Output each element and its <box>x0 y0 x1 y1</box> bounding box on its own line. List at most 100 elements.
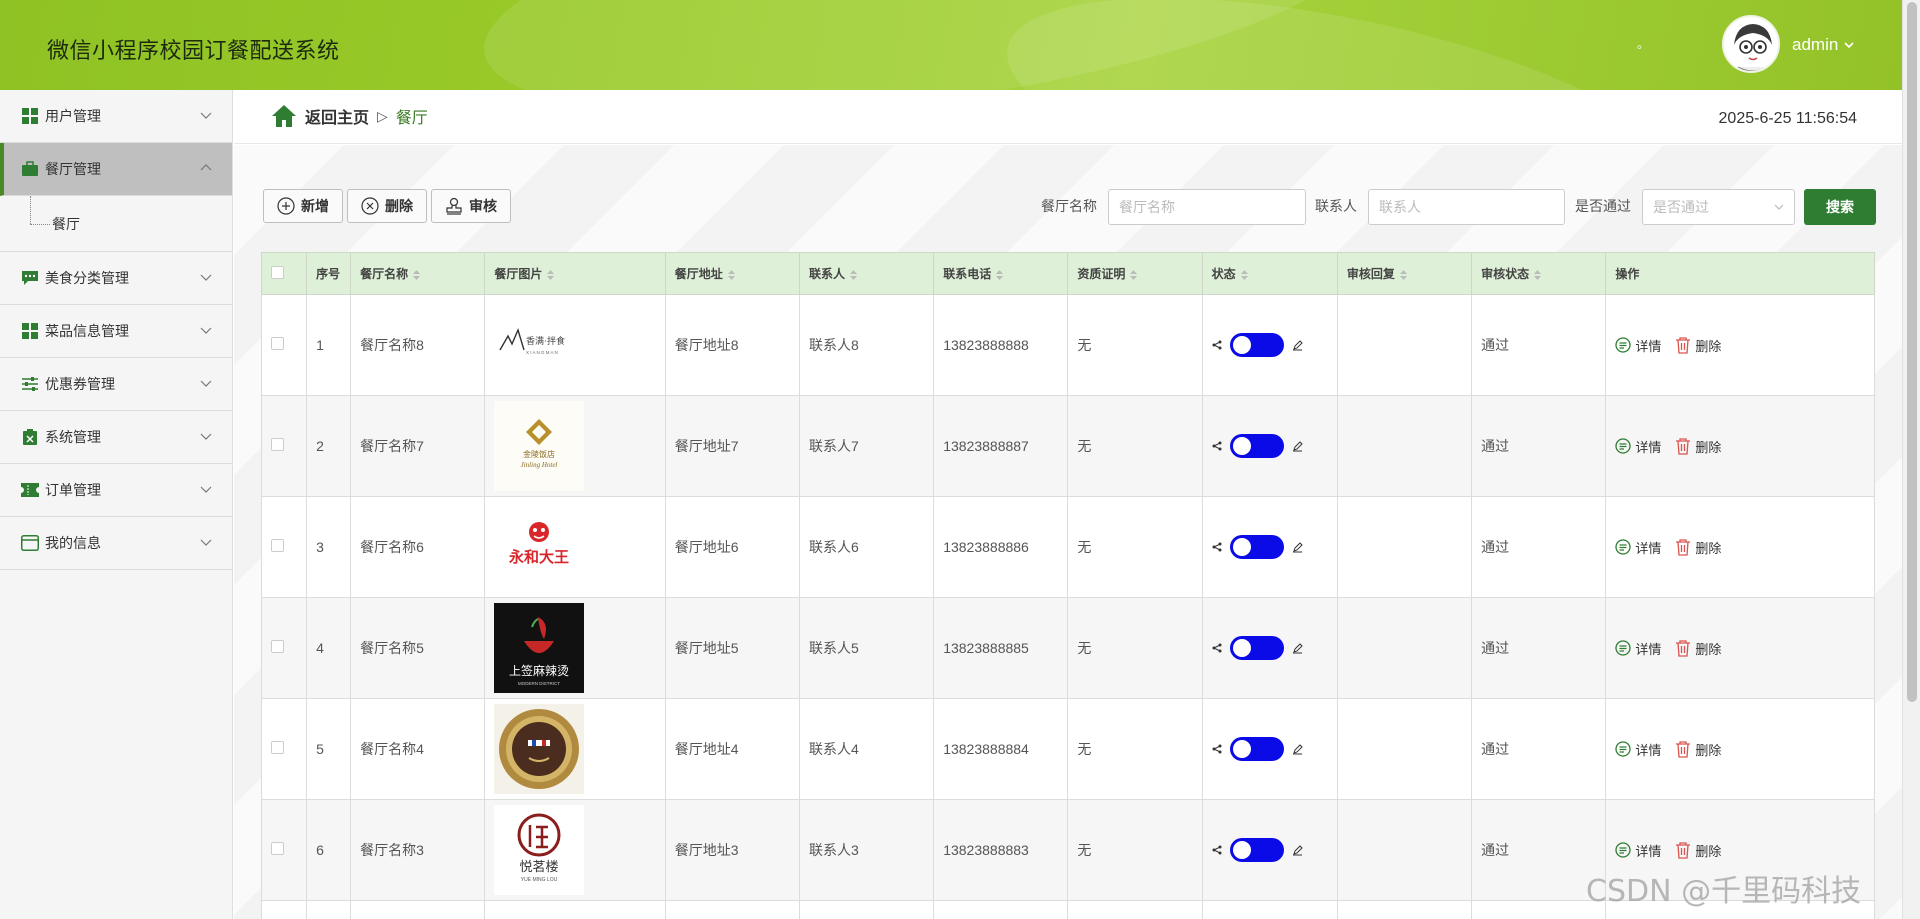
sidebar-item-my-info[interactable]: 我的信息 <box>0 517 232 570</box>
restaurant-logo-image[interactable] <box>494 704 585 794</box>
share-icon <box>1212 441 1222 451</box>
sidebar-item-dish-info[interactable]: 菜品信息管理 <box>0 305 232 358</box>
breadcrumb-home-link[interactable]: 返回主页 <box>305 104 369 128</box>
cell-reply <box>1336 294 1473 396</box>
sidebar-item-system[interactable]: 系统管理 <box>0 411 232 464</box>
detail-label: 详情 <box>1635 540 1662 556</box>
avatar[interactable] <box>1722 15 1780 73</box>
detail-button[interactable]: 详情 <box>1615 336 1661 355</box>
cell-reply <box>1336 799 1473 901</box>
cell-address <box>664 900 800 919</box>
column-header-phone[interactable]: 联系电话 <box>933 252 1069 295</box>
logo-subtext: X I A N G M A N <box>526 350 558 355</box>
name-filter-label: 餐厅名称 <box>1041 198 1097 214</box>
chevron-down-icon <box>200 274 212 281</box>
home-icon[interactable] <box>271 104 297 128</box>
sidebar-item-user-management[interactable]: 用户管理 <box>0 90 232 143</box>
detail-label: 详情 <box>1635 338 1662 354</box>
row-delete-button[interactable]: 删除 <box>1675 740 1721 759</box>
username: admin <box>1792 35 1839 54</box>
edit-icon[interactable] <box>1292 844 1303 856</box>
passed-filter-select[interactable]: 是否通过 <box>1642 189 1795 225</box>
audit-button[interactable]: 审核 <box>431 189 511 223</box>
toggle-knob <box>1232 639 1251 657</box>
restaurant-logo-image[interactable]: 金陵饭店 Jinling Hotel <box>494 401 585 491</box>
cell-contact: 联系人3 <box>798 799 935 901</box>
passed-filter-placeholder: 是否通过 <box>1653 199 1709 215</box>
column-header-reply[interactable]: 审核回复 <box>1336 252 1473 295</box>
detail-icon <box>1615 539 1632 555</box>
user-menu[interactable]: admin <box>1792 35 1854 55</box>
column-header-name[interactable]: 餐厅名称 <box>350 252 486 295</box>
detail-button[interactable]: 详情 <box>1615 639 1661 658</box>
sidebar-item-orders[interactable]: 订单管理 <box>0 464 232 517</box>
name-filter-input[interactable] <box>1108 189 1306 225</box>
detail-button[interactable]: 详情 <box>1615 740 1661 759</box>
row-checkbox[interactable] <box>271 337 284 350</box>
chevron-down-icon <box>200 539 212 546</box>
cell-phone: 13823888887 <box>933 395 1069 497</box>
scrollbar-thumb[interactable] <box>1907 2 1917 702</box>
cell-audit-status: 通过 <box>1471 698 1607 800</box>
logo-text: 永和大王 <box>508 548 569 566</box>
status-toggle[interactable] <box>1229 535 1284 559</box>
share-icon <box>1212 340 1222 350</box>
page-scrollbar[interactable] <box>1902 0 1920 919</box>
row-delete-button[interactable]: 删除 <box>1675 841 1721 860</box>
row-delete-button[interactable]: 删除 <box>1675 538 1721 557</box>
cell-image: 上签麻辣烫 MODERN DISTRICT <box>484 597 666 699</box>
row-checkbox[interactable] <box>271 741 284 754</box>
column-header-address[interactable]: 餐厅地址 <box>664 252 800 295</box>
column-header-label: 餐厅地址 <box>674 267 723 281</box>
row-checkbox[interactable] <box>271 842 284 855</box>
delete-label: 删除 <box>1695 439 1722 455</box>
add-button[interactable]: 新增 <box>263 189 343 223</box>
sidebar-item-food-category[interactable]: 美食分类管理 <box>0 252 232 305</box>
card-icon <box>21 534 39 552</box>
edit-icon[interactable] <box>1292 743 1303 755</box>
edit-icon[interactable] <box>1292 642 1303 654</box>
restaurant-logo-image[interactable]: 上签麻辣烫 MODERN DISTRICT <box>494 603 585 693</box>
row-checkbox[interactable] <box>271 539 284 552</box>
detail-button[interactable]: 详情 <box>1615 437 1661 456</box>
row-delete-button[interactable]: 删除 <box>1675 336 1721 355</box>
row-delete-button[interactable]: 删除 <box>1675 639 1721 658</box>
cell-status <box>1201 900 1338 919</box>
column-header-image[interactable]: 餐厅图片 <box>484 252 666 295</box>
status-toggle[interactable] <box>1229 636 1284 660</box>
cell-status <box>1201 496 1338 598</box>
status-toggle[interactable] <box>1229 838 1284 862</box>
cell-image <box>484 900 666 919</box>
cell-contact: 联系人5 <box>798 597 935 699</box>
search-button[interactable]: 搜索 <box>1804 189 1876 225</box>
detail-button[interactable]: 详情 <box>1615 841 1661 860</box>
edit-icon[interactable] <box>1292 440 1303 452</box>
edit-icon[interactable] <box>1292 541 1303 553</box>
cell-actions: 详情 删除 <box>1605 496 1875 598</box>
column-header-cert[interactable]: 资质证明 <box>1067 252 1203 295</box>
delete-button[interactable]: 删除 <box>347 189 427 223</box>
row-checkbox[interactable] <box>271 640 284 653</box>
sidebar-item-coupon[interactable]: 优惠券管理 <box>0 358 232 411</box>
sidebar-subitem-restaurant[interactable]: 餐厅 <box>0 196 232 252</box>
sort-icon <box>413 269 421 280</box>
restaurant-logo-image[interactable]: 香满·拌食 X I A N G M A N <box>494 300 585 390</box>
restaurant-logo-image[interactable]: 永和大王 <box>494 502 585 592</box>
edit-icon[interactable] <box>1292 339 1303 351</box>
column-header-contact[interactable]: 联系人 <box>798 252 935 295</box>
contact-filter-input[interactable] <box>1368 189 1565 225</box>
cell-reply <box>1336 698 1473 800</box>
cell-name <box>350 900 486 919</box>
row-checkbox[interactable] <box>271 438 284 451</box>
column-header-status[interactable]: 状态 <box>1201 252 1338 295</box>
select-all-checkbox[interactable] <box>271 265 284 279</box>
status-toggle[interactable] <box>1229 737 1284 761</box>
column-header-label: 联系电话 <box>943 267 992 281</box>
status-toggle[interactable] <box>1229 434 1284 458</box>
sidebar-item-restaurant-management[interactable]: 餐厅管理 <box>0 143 232 196</box>
row-delete-button[interactable]: 删除 <box>1675 437 1721 456</box>
column-header-audit[interactable]: 审核状态 <box>1471 252 1607 295</box>
restaurant-logo-image[interactable]: 悦茗楼 YUE MING LOU <box>494 805 585 895</box>
detail-button[interactable]: 详情 <box>1615 538 1661 557</box>
status-toggle[interactable] <box>1229 333 1284 357</box>
